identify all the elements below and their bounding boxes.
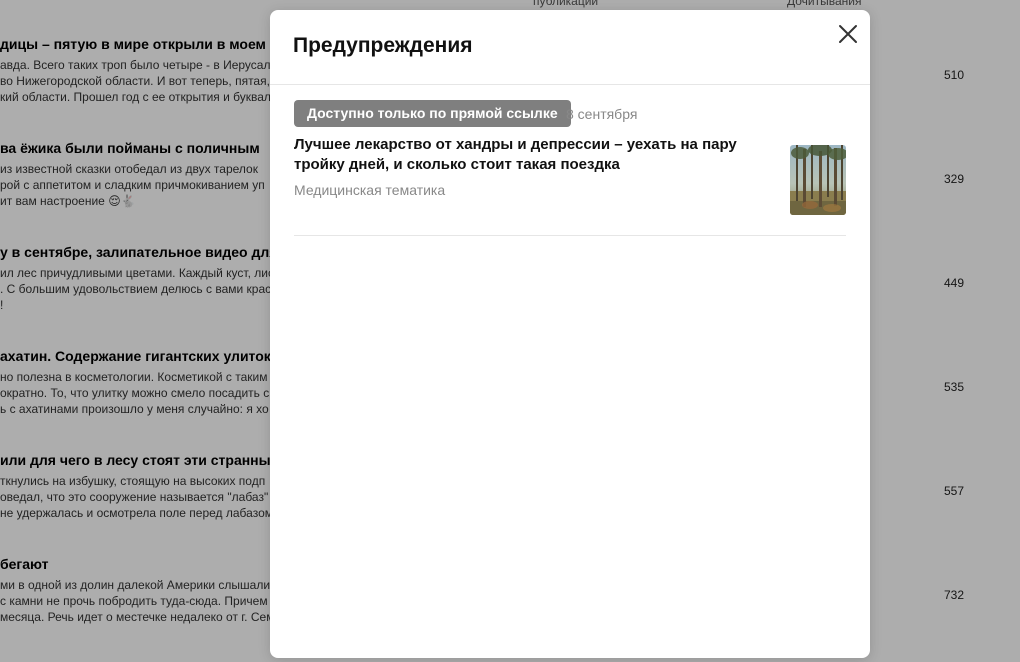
warning-item: Доступно только по прямой ссылке 8 сентя… — [294, 100, 846, 226]
forest-image-icon — [790, 145, 846, 215]
item-divider — [294, 235, 846, 236]
close-icon[interactable] — [836, 22, 860, 46]
close-button[interactable] — [836, 22, 860, 46]
publication-title-link[interactable]: Лучшее лекарство от хандры и депрессии –… — [294, 135, 764, 175]
modal-title: Предупреждения — [293, 34, 473, 57]
publication-date: 8 сентября — [566, 106, 638, 122]
status-badge: Доступно только по прямой ссылке — [294, 100, 571, 127]
header-divider — [270, 84, 870, 85]
forest-thumbnail[interactable] — [790, 145, 846, 215]
warning-category: Медицинская тематика — [294, 182, 446, 198]
warnings-modal: Предупреждения Доступно только по прямой… — [270, 10, 870, 658]
